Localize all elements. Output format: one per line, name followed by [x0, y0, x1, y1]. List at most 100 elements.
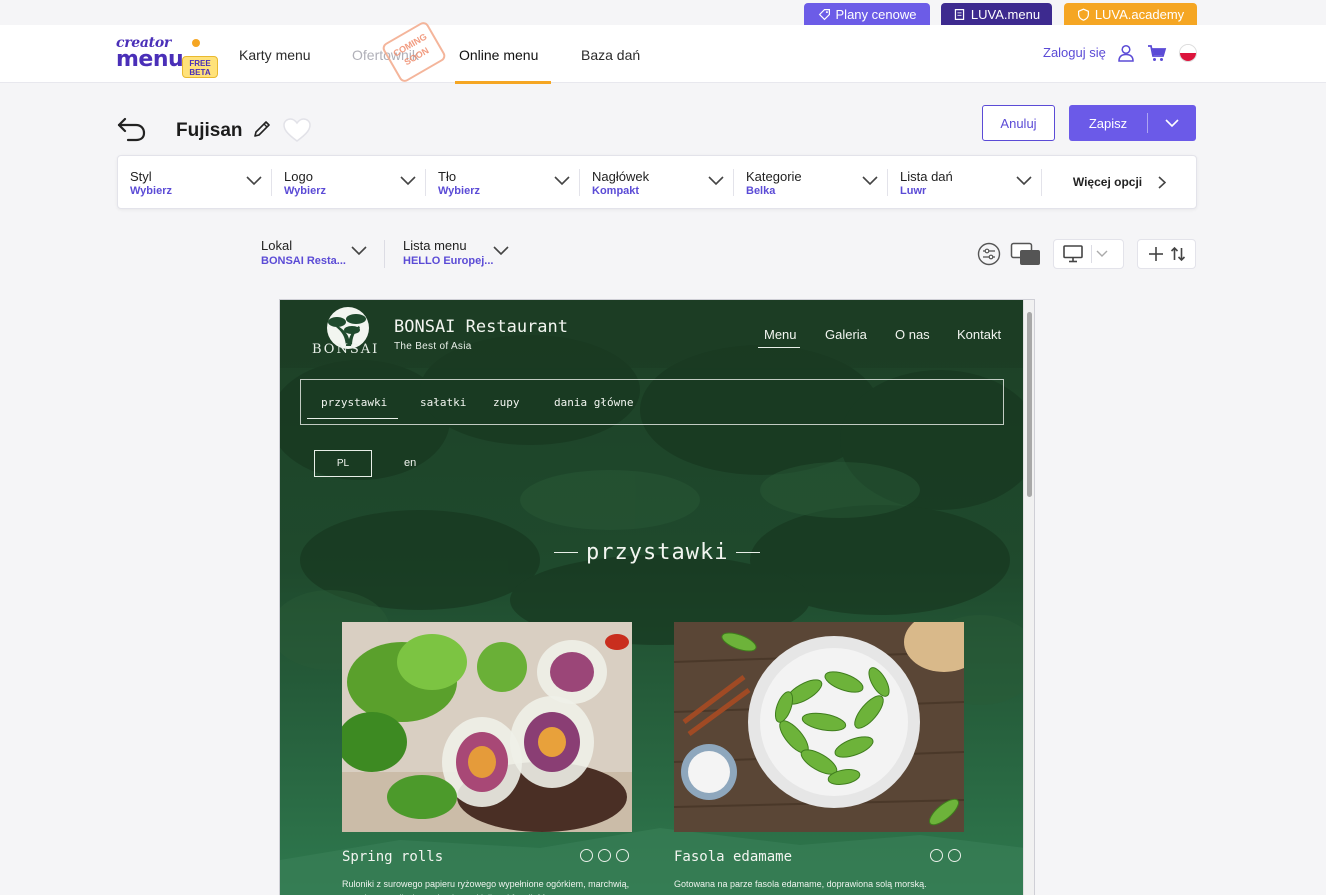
preview-nav-o-nas[interactable]: O nas	[895, 327, 930, 342]
chevron-down-icon	[1165, 118, 1179, 127]
creator-menu-logo[interactable]: creator menu FREE BETA	[116, 35, 220, 79]
restaurant-tagline: The Best of Asia	[394, 341, 472, 352]
option-label: Kategorie	[746, 169, 802, 184]
restaurant-logo-text: BONSAI	[312, 342, 380, 357]
save-label: Zapisz	[1088, 115, 1128, 131]
dish-name[interactable]: Spring rolls	[342, 849, 443, 865]
option-label: Nagłówek	[592, 169, 650, 184]
menu-preview-frame: BONSAI BONSAI Restaurant The Best of Asi…	[279, 299, 1035, 895]
chevron-down-icon	[862, 176, 878, 186]
option-label: Lista dań	[900, 169, 953, 184]
category-tab-salatki[interactable]: sałatki	[420, 396, 466, 409]
chevron-down-icon	[554, 176, 570, 186]
dish-description: Gotowana na parze fasola edamame, dopraw…	[674, 879, 927, 889]
preview-scrollbar[interactable]	[1023, 300, 1034, 895]
active-nav-indicator	[455, 81, 551, 84]
option-value: Kompakt	[592, 185, 640, 197]
chevron-down-icon	[246, 176, 262, 186]
book-icon	[954, 8, 965, 20]
scrollbar-thumb[interactable]	[1027, 312, 1032, 497]
dish-name[interactable]: Fasola edamame	[674, 849, 792, 865]
category-bar: przystawki sałatki zupy dania główne	[300, 379, 1004, 425]
category-active-underline	[307, 418, 398, 419]
sort-arrows-icon[interactable]	[1170, 246, 1186, 262]
more-options-button[interactable]: Więcej opcji	[1042, 156, 1197, 208]
back-arrow-icon[interactable]	[116, 114, 148, 144]
category-tab-przystawki[interactable]: przystawki	[321, 396, 387, 409]
nav-baza-dan[interactable]: Baza dań	[581, 47, 640, 63]
option-logo[interactable]: Logo Wybierz	[272, 156, 426, 208]
chevron-down-icon	[1016, 176, 1032, 186]
pricing-plans-link[interactable]: Plany cenowe	[804, 3, 930, 25]
spring-rolls-photo[interactable]	[342, 622, 632, 832]
style-options-bar: Styl Wybierz Logo Wybierz Tło Wybierz Na…	[117, 155, 1197, 209]
vegan-leaf-icon	[598, 849, 611, 862]
vegetarian-icon	[616, 849, 629, 862]
badge-line2: BETA	[189, 68, 211, 77]
language-en-button[interactable]: en	[404, 457, 416, 469]
option-tlo[interactable]: Tło Wybierz	[426, 156, 580, 208]
vegetarian-icon	[948, 849, 961, 862]
logo-menu-text: menu	[116, 47, 184, 72]
preview-nav-active-underline	[758, 347, 800, 348]
cancel-button[interactable]: Anuluj	[982, 105, 1055, 141]
login-link[interactable]: Zaloguj się	[1043, 45, 1106, 60]
preview-nav-menu[interactable]: Menu	[764, 327, 797, 342]
lokal-value: BONSAI Resta...	[261, 255, 346, 267]
edamame-photo[interactable]	[674, 622, 964, 832]
section-heading: przystawki	[554, 540, 761, 565]
luva-menu-link[interactable]: LUVA.menu	[941, 3, 1052, 25]
screens-toggle-icon[interactable]	[1010, 242, 1042, 268]
heart-icon[interactable]	[282, 117, 312, 143]
menu-list-selector[interactable]: Lista menu HELLO Europej...	[403, 238, 513, 270]
option-label: Logo	[284, 169, 313, 184]
device-preview-selector[interactable]	[1053, 239, 1124, 269]
option-styl[interactable]: Styl Wybierz	[118, 156, 272, 208]
category-tab-dania-glowne[interactable]: dania główne	[554, 396, 633, 409]
save-button[interactable]: Zapisz	[1069, 105, 1196, 141]
bonsai-tree-logo	[327, 307, 369, 349]
chevron-down-icon	[493, 246, 509, 256]
option-value: Wybierz	[130, 185, 172, 197]
option-value: Wybierz	[438, 185, 480, 197]
option-kategorie[interactable]: Kategorie Belka	[734, 156, 888, 208]
desktop-icon	[1063, 245, 1083, 263]
dish-diet-icons	[930, 849, 961, 862]
option-value: Wybierz	[284, 185, 326, 197]
chevron-down-icon	[1096, 250, 1108, 257]
option-naglowek[interactable]: Nagłówek Kompakt	[580, 156, 734, 208]
nav-karty-menu[interactable]: Karty menu	[239, 47, 311, 63]
option-lista-dan[interactable]: Lista dań Luwr	[888, 156, 1042, 208]
dish-description: Ruloniki z surowego papieru ryżowego wyp…	[342, 879, 630, 895]
nav-online-menu[interactable]: Online menu	[459, 47, 538, 63]
add-and-sort-tools	[1137, 239, 1196, 269]
lokal-selector[interactable]: Lokal BONSAI Resta...	[261, 238, 371, 270]
logo-dot	[192, 39, 200, 47]
dish-diet-icons	[580, 849, 629, 862]
chevron-down-icon	[708, 176, 724, 186]
luva-academy-link[interactable]: LUVA.academy	[1064, 3, 1197, 25]
no-gluten-icon	[580, 849, 593, 862]
sliders-icon[interactable]	[977, 242, 1001, 266]
option-label: Tło	[438, 169, 457, 184]
selector-divider	[384, 240, 385, 268]
polish-flag-icon[interactable]	[1179, 44, 1197, 62]
preview-nav-galeria[interactable]: Galeria	[825, 327, 867, 342]
plus-icon[interactable]	[1148, 246, 1164, 262]
coming-soon-stamp: COMING SOON	[380, 19, 448, 85]
category-tab-zupy[interactable]: zupy	[493, 396, 520, 409]
chevron-down-icon	[400, 176, 416, 186]
option-label: Styl	[130, 169, 152, 184]
luva-academy-label: LUVA.academy	[1094, 6, 1185, 22]
menu-title: Fujisan	[176, 120, 243, 141]
language-pl-button[interactable]: PL	[314, 450, 372, 477]
free-beta-badge: FREE BETA	[182, 56, 218, 78]
cart-icon[interactable]	[1147, 43, 1167, 63]
chevron-down-icon	[351, 246, 367, 256]
pencil-icon[interactable]	[252, 119, 272, 139]
preview-nav-kontakt[interactable]: Kontakt	[957, 327, 1001, 342]
user-icon[interactable]	[1116, 43, 1136, 63]
save-dropdown-toggle[interactable]	[1148, 118, 1196, 128]
badge-line1: FREE	[189, 59, 211, 68]
option-value: Luwr	[900, 185, 927, 197]
